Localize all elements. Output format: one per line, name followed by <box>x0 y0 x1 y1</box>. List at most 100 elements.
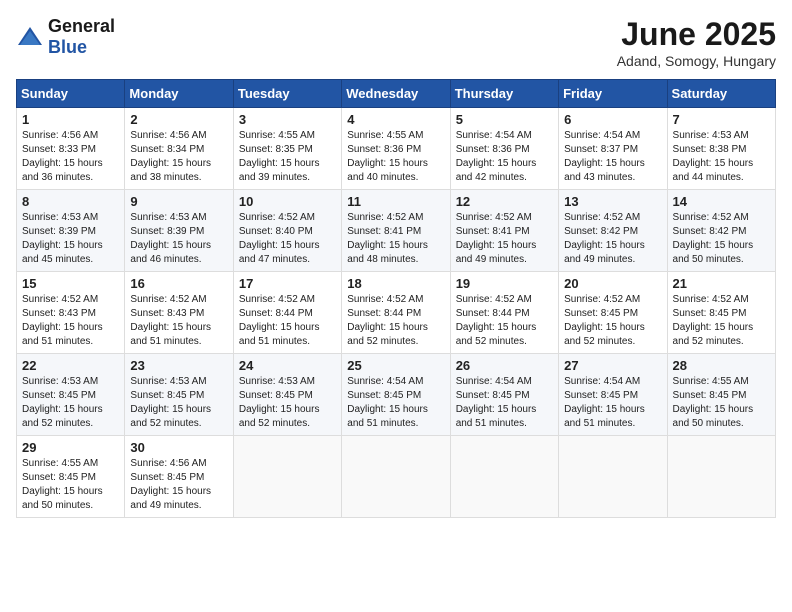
daylight-minutes: and 52 minutes. <box>130 418 201 429</box>
title-area: June 2025 Adand, Somogy, Hungary <box>617 16 776 69</box>
daylight-minutes: and 50 minutes. <box>673 418 744 429</box>
day-info: Sunrise: 4:55 AM Sunset: 8:35 PM Dayligh… <box>239 129 336 185</box>
sunrise-label: Sunrise: 4:54 AM <box>456 130 532 141</box>
weekday-header-saturday: Saturday <box>667 80 775 108</box>
weekday-header-sunday: Sunday <box>17 80 125 108</box>
day-info: Sunrise: 4:52 AM Sunset: 8:45 PM Dayligh… <box>673 293 770 349</box>
sunset-label: Sunset: 8:38 PM <box>673 144 747 155</box>
day-number: 30 <box>130 440 227 455</box>
sunrise-label: Sunrise: 4:52 AM <box>456 212 532 223</box>
sunset-label: Sunset: 8:39 PM <box>130 226 204 237</box>
sunset-label: Sunset: 8:45 PM <box>22 472 96 483</box>
day-info: Sunrise: 4:52 AM Sunset: 8:43 PM Dayligh… <box>22 293 119 349</box>
daylight-minutes: and 52 minutes. <box>347 336 418 347</box>
daylight-label: Daylight: 15 hours <box>456 322 537 333</box>
logo-icon <box>16 25 44 49</box>
weekday-header-tuesday: Tuesday <box>233 80 341 108</box>
logo-text: General Blue <box>48 16 115 58</box>
daylight-label: Daylight: 15 hours <box>347 158 428 169</box>
calendar-cell: 6 Sunrise: 4:54 AM Sunset: 8:37 PM Dayli… <box>559 108 667 190</box>
day-number: 13 <box>564 194 661 209</box>
sunset-label: Sunset: 8:35 PM <box>239 144 313 155</box>
calendar-cell: 27 Sunrise: 4:54 AM Sunset: 8:45 PM Dayl… <box>559 354 667 436</box>
sunset-label: Sunset: 8:45 PM <box>22 390 96 401</box>
daylight-minutes: and 52 minutes. <box>22 418 93 429</box>
calendar-cell: 24 Sunrise: 4:53 AM Sunset: 8:45 PM Dayl… <box>233 354 341 436</box>
daylight-label: Daylight: 15 hours <box>564 322 645 333</box>
daylight-minutes: and 52 minutes. <box>564 336 635 347</box>
calendar-cell: 21 Sunrise: 4:52 AM Sunset: 8:45 PM Dayl… <box>667 272 775 354</box>
daylight-minutes: and 52 minutes. <box>456 336 527 347</box>
daylight-label: Daylight: 15 hours <box>673 158 754 169</box>
daylight-minutes: and 42 minutes. <box>456 172 527 183</box>
day-info: Sunrise: 4:55 AM Sunset: 8:45 PM Dayligh… <box>22 457 119 513</box>
weekday-header-thursday: Thursday <box>450 80 558 108</box>
day-number: 9 <box>130 194 227 209</box>
day-number: 23 <box>130 358 227 373</box>
daylight-label: Daylight: 15 hours <box>673 404 754 415</box>
daylight-label: Daylight: 15 hours <box>22 322 103 333</box>
weekday-header-wednesday: Wednesday <box>342 80 450 108</box>
day-info: Sunrise: 4:52 AM Sunset: 8:44 PM Dayligh… <box>456 293 553 349</box>
daylight-minutes: and 50 minutes. <box>22 500 93 511</box>
sunrise-label: Sunrise: 4:54 AM <box>347 376 423 387</box>
sunrise-label: Sunrise: 4:54 AM <box>456 376 532 387</box>
daylight-label: Daylight: 15 hours <box>673 240 754 251</box>
calendar-cell: 10 Sunrise: 4:52 AM Sunset: 8:40 PM Dayl… <box>233 190 341 272</box>
sunrise-label: Sunrise: 4:52 AM <box>239 294 315 305</box>
calendar-cell: 12 Sunrise: 4:52 AM Sunset: 8:41 PM Dayl… <box>450 190 558 272</box>
daylight-minutes: and 48 minutes. <box>347 254 418 265</box>
sunrise-label: Sunrise: 4:52 AM <box>22 294 98 305</box>
day-info: Sunrise: 4:56 AM Sunset: 8:33 PM Dayligh… <box>22 129 119 185</box>
location-subtitle: Adand, Somogy, Hungary <box>617 53 776 69</box>
daylight-minutes: and 39 minutes. <box>239 172 310 183</box>
sunrise-label: Sunrise: 4:52 AM <box>347 212 423 223</box>
daylight-minutes: and 38 minutes. <box>130 172 201 183</box>
daylight-minutes: and 40 minutes. <box>347 172 418 183</box>
sunset-label: Sunset: 8:34 PM <box>130 144 204 155</box>
sunrise-label: Sunrise: 4:56 AM <box>130 130 206 141</box>
calendar-cell: 29 Sunrise: 4:55 AM Sunset: 8:45 PM Dayl… <box>17 436 125 518</box>
daylight-label: Daylight: 15 hours <box>22 404 103 415</box>
day-info: Sunrise: 4:54 AM Sunset: 8:37 PM Dayligh… <box>564 129 661 185</box>
daylight-label: Daylight: 15 hours <box>347 404 428 415</box>
daylight-minutes: and 51 minutes. <box>564 418 635 429</box>
day-info: Sunrise: 4:52 AM Sunset: 8:44 PM Dayligh… <box>347 293 444 349</box>
calendar-cell: 4 Sunrise: 4:55 AM Sunset: 8:36 PM Dayli… <box>342 108 450 190</box>
daylight-label: Daylight: 15 hours <box>564 158 645 169</box>
sunrise-label: Sunrise: 4:53 AM <box>130 212 206 223</box>
sunrise-label: Sunrise: 4:52 AM <box>347 294 423 305</box>
daylight-label: Daylight: 15 hours <box>22 486 103 497</box>
calendar-cell: 2 Sunrise: 4:56 AM Sunset: 8:34 PM Dayli… <box>125 108 233 190</box>
day-number: 5 <box>456 112 553 127</box>
sunrise-label: Sunrise: 4:53 AM <box>130 376 206 387</box>
day-number: 29 <box>22 440 119 455</box>
day-number: 6 <box>564 112 661 127</box>
logo-general: General <box>48 16 115 36</box>
day-number: 8 <box>22 194 119 209</box>
sunset-label: Sunset: 8:45 PM <box>564 308 638 319</box>
calendar-cell: 28 Sunrise: 4:55 AM Sunset: 8:45 PM Dayl… <box>667 354 775 436</box>
daylight-minutes: and 47 minutes. <box>239 254 310 265</box>
day-info: Sunrise: 4:52 AM Sunset: 8:45 PM Dayligh… <box>564 293 661 349</box>
day-info: Sunrise: 4:55 AM Sunset: 8:45 PM Dayligh… <box>673 375 770 431</box>
calendar-cell <box>559 436 667 518</box>
sunrise-label: Sunrise: 4:52 AM <box>673 294 749 305</box>
sunrise-label: Sunrise: 4:52 AM <box>130 294 206 305</box>
day-number: 15 <box>22 276 119 291</box>
daylight-minutes: and 44 minutes. <box>673 172 744 183</box>
sunrise-label: Sunrise: 4:52 AM <box>239 212 315 223</box>
daylight-minutes: and 50 minutes. <box>673 254 744 265</box>
calendar-cell: 5 Sunrise: 4:54 AM Sunset: 8:36 PM Dayli… <box>450 108 558 190</box>
sunset-label: Sunset: 8:37 PM <box>564 144 638 155</box>
daylight-label: Daylight: 15 hours <box>564 404 645 415</box>
day-info: Sunrise: 4:56 AM Sunset: 8:45 PM Dayligh… <box>130 457 227 513</box>
sunrise-label: Sunrise: 4:52 AM <box>564 212 640 223</box>
calendar-cell: 11 Sunrise: 4:52 AM Sunset: 8:41 PM Dayl… <box>342 190 450 272</box>
sunset-label: Sunset: 8:45 PM <box>673 390 747 401</box>
sunset-label: Sunset: 8:36 PM <box>347 144 421 155</box>
calendar-week-row: 15 Sunrise: 4:52 AM Sunset: 8:43 PM Dayl… <box>17 272 776 354</box>
sunset-label: Sunset: 8:44 PM <box>239 308 313 319</box>
day-number: 16 <box>130 276 227 291</box>
calendar-cell <box>450 436 558 518</box>
